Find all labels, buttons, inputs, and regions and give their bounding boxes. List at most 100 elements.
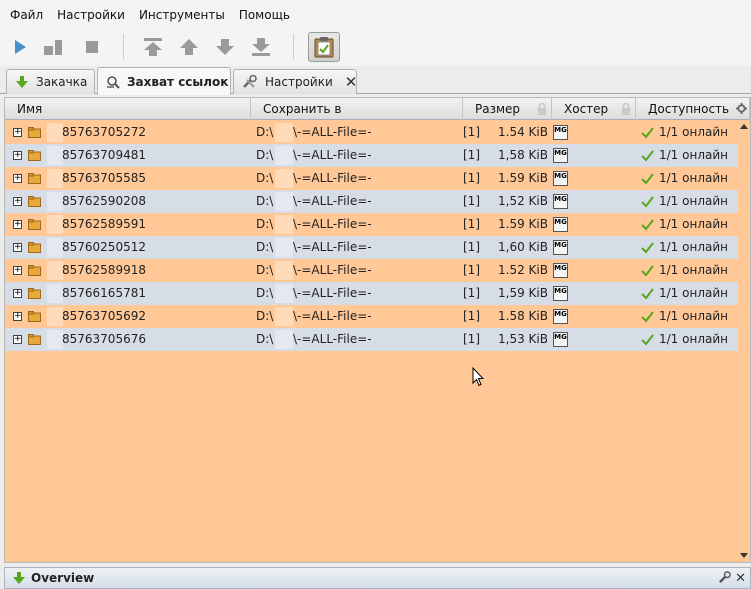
table-row[interactable]: +85762589591 D:\ \-=ALL-File=- [1] 1.59 KiB M…	[5, 213, 738, 236]
row-count: [1]	[463, 240, 480, 254]
table-row[interactable]: +85762590208 D:\ \-=ALL-File=- [1] 1,52 KiB M…	[5, 190, 738, 213]
row-availability: 1/1 онлайн	[659, 309, 728, 323]
expand-icon[interactable]: +	[13, 289, 22, 298]
close-icon[interactable]: ✕	[345, 74, 358, 90]
row-path: D:\	[256, 125, 274, 139]
overview-panel-header[interactable]: Overview ✕	[4, 567, 751, 589]
row-count: [1]	[463, 263, 480, 277]
row-path: D:\	[256, 332, 274, 346]
table-row[interactable]: +85760250512 D:\ \-=ALL-File=- [1] 1,60 KiB M…	[5, 236, 738, 259]
check-icon	[641, 127, 654, 139]
row-count: [1]	[463, 332, 480, 346]
vertical-scrollbar[interactable]	[738, 120, 750, 562]
overview-title: Overview	[31, 571, 95, 585]
download-arrow-icon	[12, 571, 26, 585]
row-size: 1,59 KiB	[498, 286, 548, 300]
menu-settings[interactable]: Настройки	[50, 0, 132, 30]
menu-help[interactable]: Помощь	[232, 0, 297, 30]
row-count: [1]	[463, 194, 480, 208]
tab-label: Настройки	[265, 75, 333, 89]
tab-settings[interactable]: Настройки ✕	[233, 69, 357, 94]
package-icon	[28, 196, 41, 207]
scroll-up-arrow-icon[interactable]	[740, 124, 748, 129]
expand-icon[interactable]: +	[13, 174, 22, 183]
menu-tools[interactable]: Инструменты	[132, 0, 232, 30]
row-name: 85763705585	[62, 171, 146, 185]
expand-icon[interactable]: +	[13, 128, 22, 137]
table-row[interactable]: +85763705692 D:\ \-=ALL-File=- [1] 1.58 KiB M…	[5, 305, 738, 328]
row-availability: 1/1 онлайн	[659, 171, 728, 185]
menu-file[interactable]: Файл	[3, 0, 50, 30]
row-folder: \-=ALL-File=-	[293, 286, 372, 300]
hoster-icon: MG	[553, 332, 568, 347]
pause-button[interactable]	[38, 32, 68, 62]
move-bottom-button[interactable]	[246, 32, 276, 62]
row-availability: 1/1 онлайн	[659, 332, 728, 346]
column-header-size[interactable]: Размер	[463, 98, 552, 120]
tab-downloads[interactable]: Закачка	[6, 69, 95, 94]
move-down-button[interactable]	[210, 32, 240, 62]
expand-icon[interactable]: +	[13, 220, 22, 229]
column-header-save-to[interactable]: Сохранить в	[251, 98, 463, 120]
expand-icon[interactable]: +	[13, 335, 22, 344]
hoster-icon: MG	[553, 194, 568, 209]
column-header-availability[interactable]: Доступность	[636, 98, 750, 120]
tab-bar: Закачка Захват ссылок Настройки ✕	[0, 66, 751, 95]
hoster-icon: MG	[553, 263, 568, 278]
redacted-region	[275, 215, 293, 234]
row-path: D:\	[256, 309, 274, 323]
clipboard-icon	[314, 37, 334, 58]
stop-button[interactable]	[77, 32, 107, 62]
package-icon	[28, 311, 41, 322]
gear-icon[interactable]	[736, 103, 747, 114]
row-size: 1,52 KiB	[498, 194, 548, 208]
redacted-region	[275, 261, 293, 280]
column-header-hoster[interactable]: Хостер	[552, 98, 636, 120]
package-icon	[28, 265, 41, 276]
clipboard-monitor-button[interactable]	[308, 32, 340, 62]
expand-icon[interactable]: +	[13, 151, 22, 160]
redacted-region	[47, 192, 63, 211]
row-folder: \-=ALL-File=-	[293, 240, 372, 254]
check-icon	[641, 196, 654, 208]
expand-icon[interactable]: +	[13, 312, 22, 321]
table-row[interactable]: +85762589918 D:\ \-=ALL-File=- [1] 1.52 KiB M…	[5, 259, 738, 282]
row-name: 85766165781	[62, 286, 146, 300]
row-size: 1.58 KiB	[498, 309, 548, 323]
package-icon	[28, 127, 41, 138]
redacted-region	[47, 330, 63, 349]
move-down-icon	[216, 39, 234, 55]
check-icon	[641, 265, 654, 277]
row-path: D:\	[256, 148, 274, 162]
row-folder: \-=ALL-File=-	[293, 148, 372, 162]
mouse-cursor-icon	[472, 367, 484, 387]
expand-icon[interactable]: +	[13, 266, 22, 275]
package-icon	[28, 150, 41, 161]
row-size: 1.59 KiB	[498, 217, 548, 231]
wrench-icon[interactable]	[718, 571, 731, 584]
table-row[interactable]: +85763705272 D:\ \-=ALL-File=- [1] 1.54 KiB M…	[5, 121, 738, 144]
expand-icon[interactable]: +	[13, 197, 22, 206]
package-icon	[28, 219, 41, 230]
row-path: D:\	[256, 217, 274, 231]
row-count: [1]	[463, 309, 480, 323]
expand-icon[interactable]: +	[13, 243, 22, 252]
stop-icon	[86, 41, 98, 53]
tab-link-grabber[interactable]: Захват ссылок	[97, 67, 231, 95]
row-path: D:\	[256, 240, 274, 254]
start-button[interactable]	[5, 32, 35, 62]
check-icon	[641, 334, 654, 346]
scroll-down-arrow-icon[interactable]	[740, 553, 748, 558]
table-row[interactable]: +85763705585 D:\ \-=ALL-File=- [1] 1.59 KiB M…	[5, 167, 738, 190]
move-top-button[interactable]	[138, 32, 168, 62]
table-row[interactable]: +85766165781 D:\ \-=ALL-File=- [1] 1,59 KiB M…	[5, 282, 738, 305]
table-row[interactable]: +85763709481 D:\ \-=ALL-File=- [1] 1,58 KiB M…	[5, 144, 738, 167]
check-icon	[641, 311, 654, 323]
table-row[interactable]: +85763705676 D:\ \-=ALL-File=- [1] 1,53 KiB M…	[5, 328, 738, 351]
row-folder: \-=ALL-File=-	[293, 217, 372, 231]
download-arrow-icon	[15, 75, 29, 89]
check-icon	[641, 173, 654, 185]
move-up-button[interactable]	[174, 32, 204, 62]
close-icon[interactable]: ✕	[735, 571, 746, 586]
column-header-name[interactable]: Имя	[5, 98, 251, 120]
